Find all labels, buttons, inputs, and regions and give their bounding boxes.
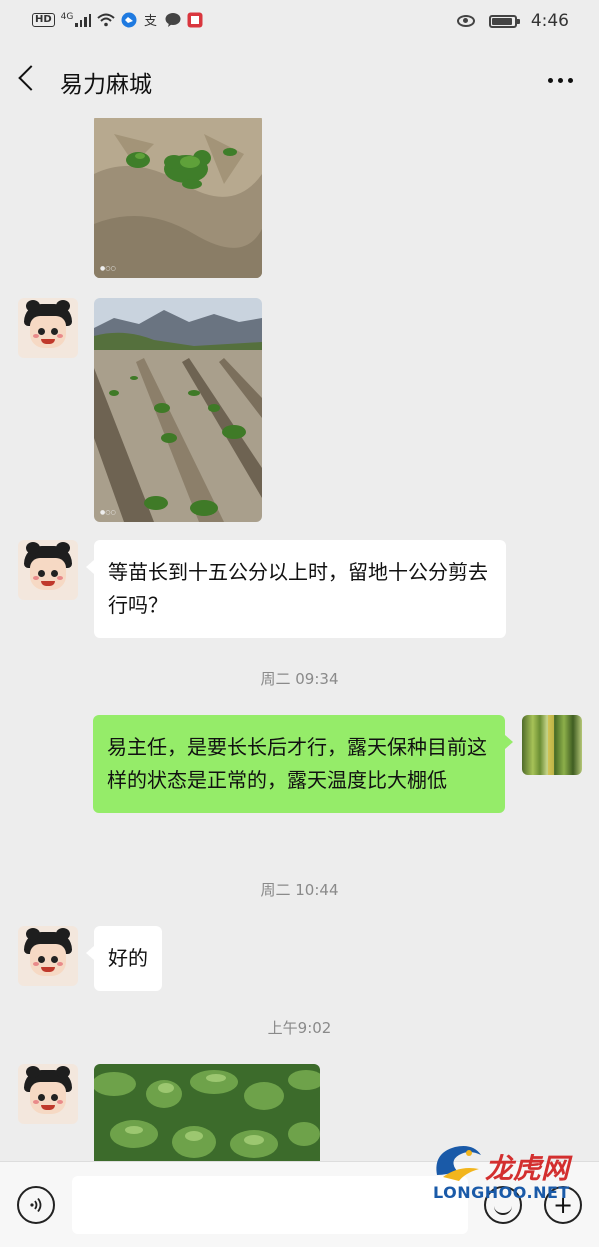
- alipay-icon: 支: [144, 14, 157, 28]
- voice-icon[interactable]: [17, 1186, 55, 1224]
- svg-text:●○○: ●○○: [100, 509, 116, 516]
- status-time: 4:46: [530, 11, 569, 31]
- longhoo-logo-icon: [436, 1146, 481, 1181]
- message-input[interactable]: [72, 1176, 468, 1234]
- status-left: HD 4G 支: [32, 12, 203, 28]
- chat-header: 易力麻城: [0, 44, 599, 118]
- status-right: 4:46: [456, 11, 569, 31]
- message-timestamp: 上午9:02: [267, 1019, 332, 1037]
- seedling-photo[interactable]: ●○○: [94, 118, 262, 278]
- message-text: 易主任，是要长长后才行，露天保种目前这样的状态是正常的，露天温度比大棚低: [107, 735, 487, 792]
- back-icon[interactable]: [18, 65, 44, 91]
- more-icon[interactable]: [548, 78, 573, 83]
- outgoing-message[interactable]: 易主任，是要长长后才行，露天保种目前这样的状态是正常的，露天温度比大棚低: [93, 715, 513, 813]
- network-type: 4G: [60, 12, 74, 22]
- contact-avatar[interactable]: [18, 926, 78, 986]
- hd-badge: HD: [32, 13, 55, 27]
- message-timestamp: 周二 10:44: [260, 881, 339, 899]
- contact-avatar[interactable]: [18, 540, 78, 600]
- svg-text:支: 支: [144, 14, 157, 28]
- chat-notification-icon: [165, 13, 181, 27]
- incoming-message[interactable]: 等苗长到十五公分以上时，留地十公分剪去行吗？: [86, 540, 506, 638]
- eye-comfort-icon: [456, 15, 475, 27]
- site-watermark: 龙虎网 LONGHOO.NET: [425, 1137, 595, 1207]
- signal-icon: [75, 13, 92, 27]
- watermark-cn: 龙虎网: [485, 1152, 570, 1185]
- reader-icon: [187, 12, 203, 28]
- message-timestamp: 周二 09:34: [260, 670, 339, 688]
- message-text: 等苗长到十五公分以上时，留地十公分剪去行吗？: [108, 560, 488, 617]
- svg-text:●○○: ●○○: [100, 265, 116, 272]
- battery-level: [491, 17, 512, 25]
- battery-icon: [488, 14, 520, 28]
- leaves-photo[interactable]: [94, 1064, 320, 1161]
- app-notification-icon: [121, 12, 137, 28]
- status-bar: HD 4G 支 4:46: [0, 0, 599, 44]
- wifi-icon: [97, 13, 116, 27]
- field-photo[interactable]: ●○○: [94, 298, 262, 522]
- contact-avatar[interactable]: [18, 298, 78, 358]
- incoming-message[interactable]: 好的: [86, 926, 162, 991]
- my-avatar[interactable]: [522, 715, 582, 775]
- contact-avatar[interactable]: [18, 1064, 78, 1124]
- message-text: 好的: [108, 946, 148, 970]
- watermark-en: LONGHOO.NET: [433, 1183, 570, 1202]
- message-list[interactable]: ●○○ ●○○ 等苗长到十五公分以上时，留地十公分剪去行吗？ 周二 09:34 …: [0, 118, 599, 1161]
- chat-title: 易力麻城: [60, 72, 152, 98]
